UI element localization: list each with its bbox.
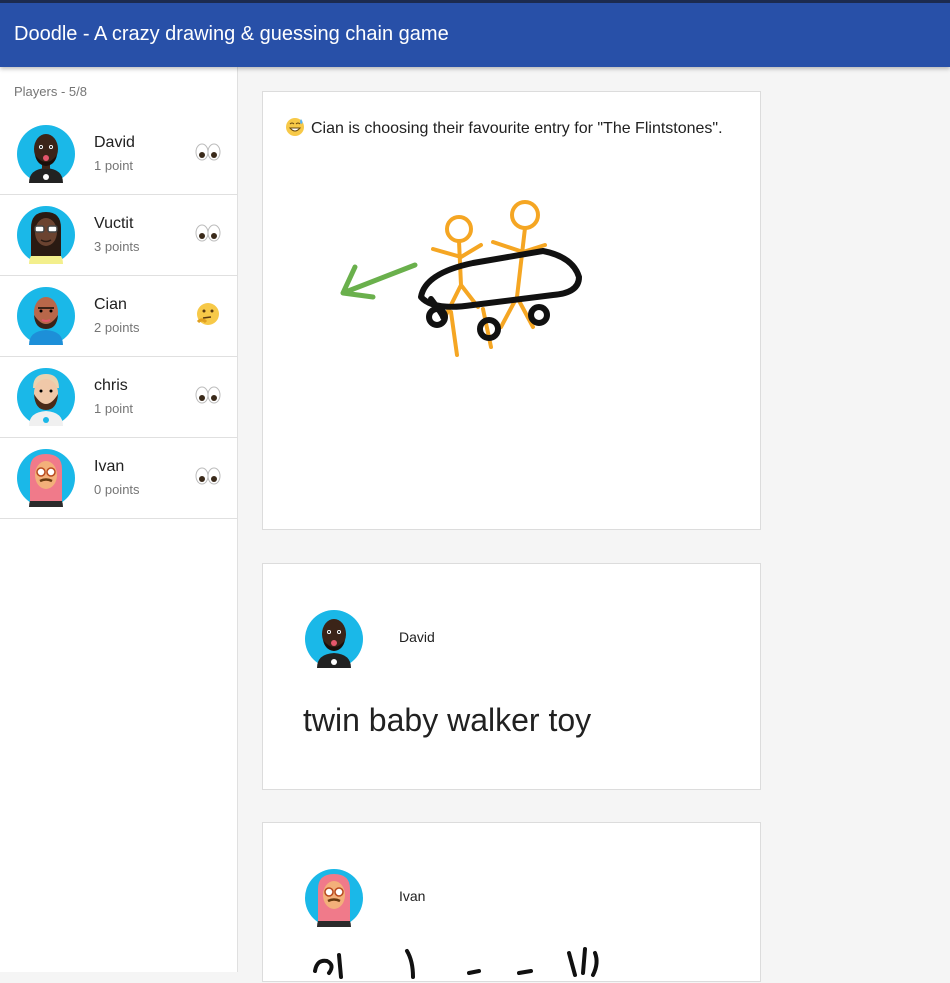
app-bar: Doodle - A crazy drawing & guessing chai… [0,0,950,67]
player-points: 1 point [94,401,134,416]
status-card: Cian is choosing their favourite entry f… [262,91,761,530]
player-name: David [94,134,135,151]
entry-card: David twin baby walker toy [262,563,761,790]
entry-author: Ivan [399,888,426,904]
players-header: Players - 5/8 [14,84,87,99]
eyes-icon [195,467,221,485]
player-name: Vuctit [94,215,134,232]
eyes-icon [195,386,221,404]
entry-card: Ivan [262,822,761,982]
eyes-icon [195,224,221,242]
players-sidebar: Players - 5/8 David 1 point Vuctit 3 poi… [0,67,238,972]
player-item-david[interactable]: David 1 point [0,114,237,195]
entry-guess-text: twin baby walker toy [303,702,592,738]
player-item-vuctit[interactable]: Vuctit 3 points [0,195,237,276]
player-points: 1 point [94,158,134,173]
entry-drawing [313,947,599,979]
player-name: Cian [94,296,127,313]
player-name: chris [94,377,128,394]
player-item-chris[interactable]: chris 1 point [0,357,237,438]
entry-author: David [399,629,435,645]
player-item-cian[interactable]: Cian 2 points [0,276,237,357]
eyes-icon [195,143,221,161]
thinking-face-icon [196,303,219,325]
avatar [305,610,363,668]
avatar [17,206,75,264]
grinning-sweat-icon [286,118,304,136]
doodle-drawing [340,200,582,357]
status-text: Cian is choosing their favourite entry f… [311,120,723,137]
player-item-ivan[interactable]: Ivan 0 points [0,438,237,519]
avatar [17,368,75,426]
avatar [17,125,75,183]
player-points: 2 points [94,320,140,335]
player-name: Ivan [94,458,125,475]
avatar [17,287,75,345]
status-message: Cian is choosing their favourite entry f… [285,117,723,138]
avatar [17,449,75,507]
player-points: 0 points [94,482,140,497]
avatar [305,869,363,927]
player-points: 3 points [94,239,140,254]
app-title: Doodle - A crazy drawing & guessing chai… [14,23,449,45]
